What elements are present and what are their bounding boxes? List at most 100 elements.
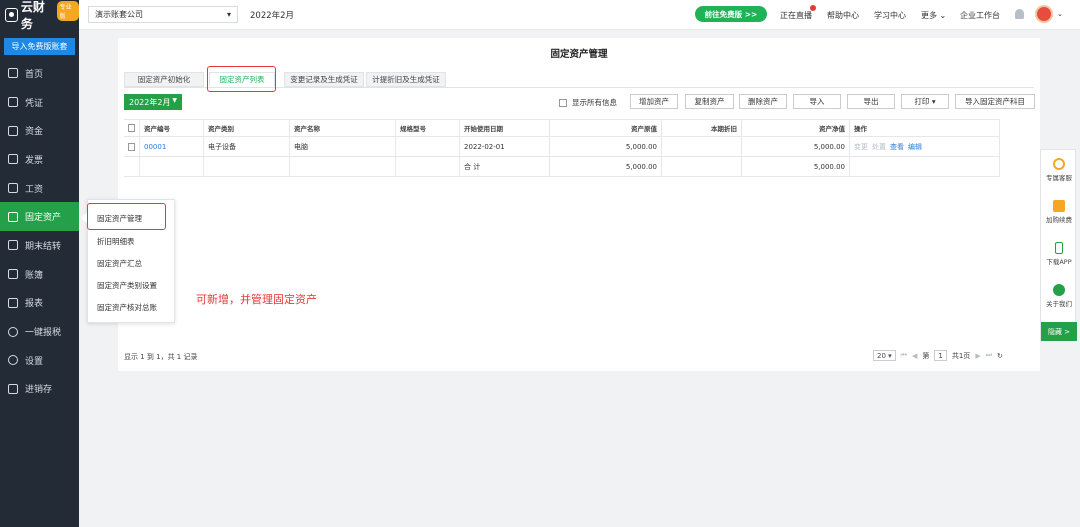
first-page-icon[interactable]: ⏮ — [901, 351, 907, 360]
tab-change-records[interactable]: 变更记录及生成凭证 — [284, 72, 364, 87]
about-us-item[interactable]: 关于我们 — [1041, 284, 1077, 308]
sidebar-item-salary[interactable]: 工资 — [0, 174, 79, 203]
col-asset-code[interactable]: 资产编号 — [140, 120, 204, 136]
sidebar-item-invoice[interactable]: 发票 — [0, 145, 79, 174]
brand-logo[interactable]: 云财务 专业版 — [0, 0, 79, 31]
current-period: 2022年2月 — [250, 10, 295, 21]
total-original-value: 5,000.00 — [550, 157, 662, 176]
next-page-icon[interactable]: ▶ — [975, 352, 980, 360]
avatar[interactable] — [1035, 5, 1053, 23]
start-date-cell: 2022-02-01 — [460, 137, 550, 156]
tab-depreciation[interactable]: 计提折旧及生成凭证 — [366, 72, 446, 87]
download-app-item[interactable]: 下载APP — [1041, 242, 1077, 266]
float-service-panel: 专属客服 加购续费 下载APP 关于我们 隐藏 > — [1040, 149, 1077, 341]
operations-cell: 变更 处置 查看 编辑 — [850, 137, 1000, 156]
asset-code-link[interactable]: 00001 — [140, 137, 204, 156]
sidebar-item-settings[interactable]: 设置 — [0, 346, 79, 375]
page-total: 共1页 — [951, 351, 971, 360]
table-header-row: 资产编号 资产类别 资产名称 规格型号 开始使用日期 资产原值 本期折旧 资产净… — [124, 119, 1000, 137]
sidebar-item-period-end[interactable]: 期末结转 — [0, 231, 79, 260]
funds-icon — [8, 125, 18, 136]
asset-name-cell: 电脑 — [290, 137, 396, 156]
home-icon — [8, 68, 18, 79]
select-all-cell — [124, 120, 140, 136]
purchase-renew-item[interactable]: 加购续费 — [1041, 200, 1077, 224]
submenu-category-settings[interactable]: 固定资产类别设置 — [97, 280, 157, 291]
annotation-text: 可新增，并管理固定资产 — [196, 293, 317, 306]
edit-action[interactable]: 编辑 — [908, 142, 922, 152]
row-checkbox[interactable] — [128, 142, 135, 151]
copy-asset-button[interactable]: 复制资产 — [685, 94, 734, 109]
import-asset-subject-button[interactable]: 导入固定资产科目 — [955, 94, 1035, 109]
inventory-icon — [8, 383, 18, 394]
ledger-icon — [8, 269, 18, 280]
learning-center-link[interactable]: 学习中心 — [874, 10, 906, 21]
headset-icon — [1053, 158, 1065, 170]
prev-page-icon[interactable]: ◀ — [912, 352, 917, 360]
sidebar-item-funds[interactable]: 资金 — [0, 116, 79, 145]
asset-table: 资产编号 资产类别 资产名称 规格型号 开始使用日期 资产原值 本期折旧 资产净… — [124, 119, 1000, 177]
sidebar-item-tax[interactable]: 一键报税 — [0, 317, 79, 346]
period-select-button[interactable]: 2022年2月 ▼ — [124, 94, 182, 110]
add-asset-button[interactable]: 增加资产 — [630, 94, 678, 109]
download-app-label: 下载APP — [1046, 258, 1072, 266]
col-asset-category[interactable]: 资产类别 — [204, 120, 290, 136]
page-title: 固定资产管理 — [550, 49, 608, 60]
page-number-input[interactable]: 1 — [934, 350, 947, 361]
col-asset-name[interactable]: 资产名称 — [290, 120, 396, 136]
more-menu[interactable]: 更多 ⌄ — [921, 10, 946, 21]
exclusive-service-item[interactable]: 专属客服 — [1041, 158, 1077, 182]
asset-category-cell: 电子设备 — [204, 137, 290, 156]
export-button[interactable]: 导出 — [847, 94, 895, 109]
chevron-down-icon[interactable]: ⌄ — [1057, 10, 1063, 18]
col-original-value[interactable]: 资产原值 — [550, 120, 662, 136]
col-spec-model[interactable]: 规格型号 — [396, 120, 460, 136]
select-all-checkbox[interactable] — [128, 124, 135, 132]
company-select[interactable]: 演示账套公司 ▾ — [88, 6, 238, 23]
tab-asset-init[interactable]: 固定资产初始化 — [124, 72, 204, 87]
live-badge-icon — [810, 5, 816, 11]
refresh-icon[interactable]: ↻ — [997, 352, 1003, 360]
page-size-select[interactable]: 20 ▾ — [873, 350, 896, 361]
go-free-edition-button[interactable]: 前往免费版 >> — [695, 6, 767, 22]
sidebar-item-report[interactable]: 报表 — [0, 289, 79, 318]
page-size-value: 20 — [877, 351, 886, 360]
sidebar-item-inventory[interactable]: 进销存 — [0, 375, 79, 404]
sidebar-item-ledger[interactable]: 账簿 — [0, 260, 79, 289]
settings-icon — [8, 355, 18, 366]
live-link[interactable]: 正在直播 — [780, 10, 812, 21]
view-action[interactable]: 查看 — [890, 142, 904, 152]
import-button[interactable]: 导入 — [793, 94, 841, 109]
delete-asset-button[interactable]: 删除资产 — [739, 94, 787, 109]
help-center-link[interactable]: 帮助中心 — [827, 10, 859, 21]
last-page-icon[interactable]: ⏭ — [986, 351, 992, 360]
show-all-info-checkbox[interactable]: 显示所有信息 — [559, 97, 617, 108]
phone-icon — [1055, 242, 1063, 254]
import-free-account-button[interactable]: 导入免费版账套 — [4, 38, 75, 55]
about-us-label: 关于我们 — [1046, 300, 1072, 308]
col-net-value[interactable]: 资产净值 — [742, 120, 850, 136]
submenu-depreciation-detail[interactable]: 折旧明细表 — [97, 236, 135, 247]
report-icon — [8, 297, 18, 308]
caret-down-icon: ▼ — [172, 97, 177, 104]
print-button[interactable]: 打印 ▾ — [901, 94, 949, 109]
submenu-ledger-reconcile[interactable]: 固定资产核对总账 — [97, 302, 157, 313]
row-select-cell — [124, 137, 140, 156]
sidebar-item-label: 账簿 — [25, 270, 44, 281]
enterprise-workbench-link[interactable]: 企业工作台 — [960, 10, 1000, 21]
brand-name: 云财务 — [20, 0, 45, 31]
col-start-date[interactable]: 开始使用日期 — [460, 120, 550, 136]
page-prefix: 第 — [922, 351, 930, 360]
col-depreciation[interactable]: 本期折旧 — [662, 120, 742, 136]
checkbox[interactable] — [559, 98, 567, 107]
sidebar-item-fixed-assets[interactable]: 固定资产 — [0, 202, 79, 232]
sidebar-item-home[interactable]: 首页 — [0, 59, 79, 88]
submenu-asset-summary[interactable]: 固定资产汇总 — [97, 258, 142, 269]
sidebar-item-label: 进销存 — [25, 385, 53, 396]
main-panel: 固定资产管理 固定资产初始化 固定资产列表 变更记录及生成凭证 计提折旧及生成凭… — [118, 38, 1040, 371]
sidebar-item-voucher[interactable]: 凭证 — [0, 88, 79, 117]
bell-icon[interactable] — [1015, 9, 1024, 19]
total-blank-cell — [140, 157, 204, 176]
pagination: 20 ▾ ⏮ ◀ 第 1 共1页 ▶ ⏭ ↻ — [873, 350, 1003, 361]
hide-panel-button[interactable]: 隐藏 > — [1041, 322, 1077, 341]
